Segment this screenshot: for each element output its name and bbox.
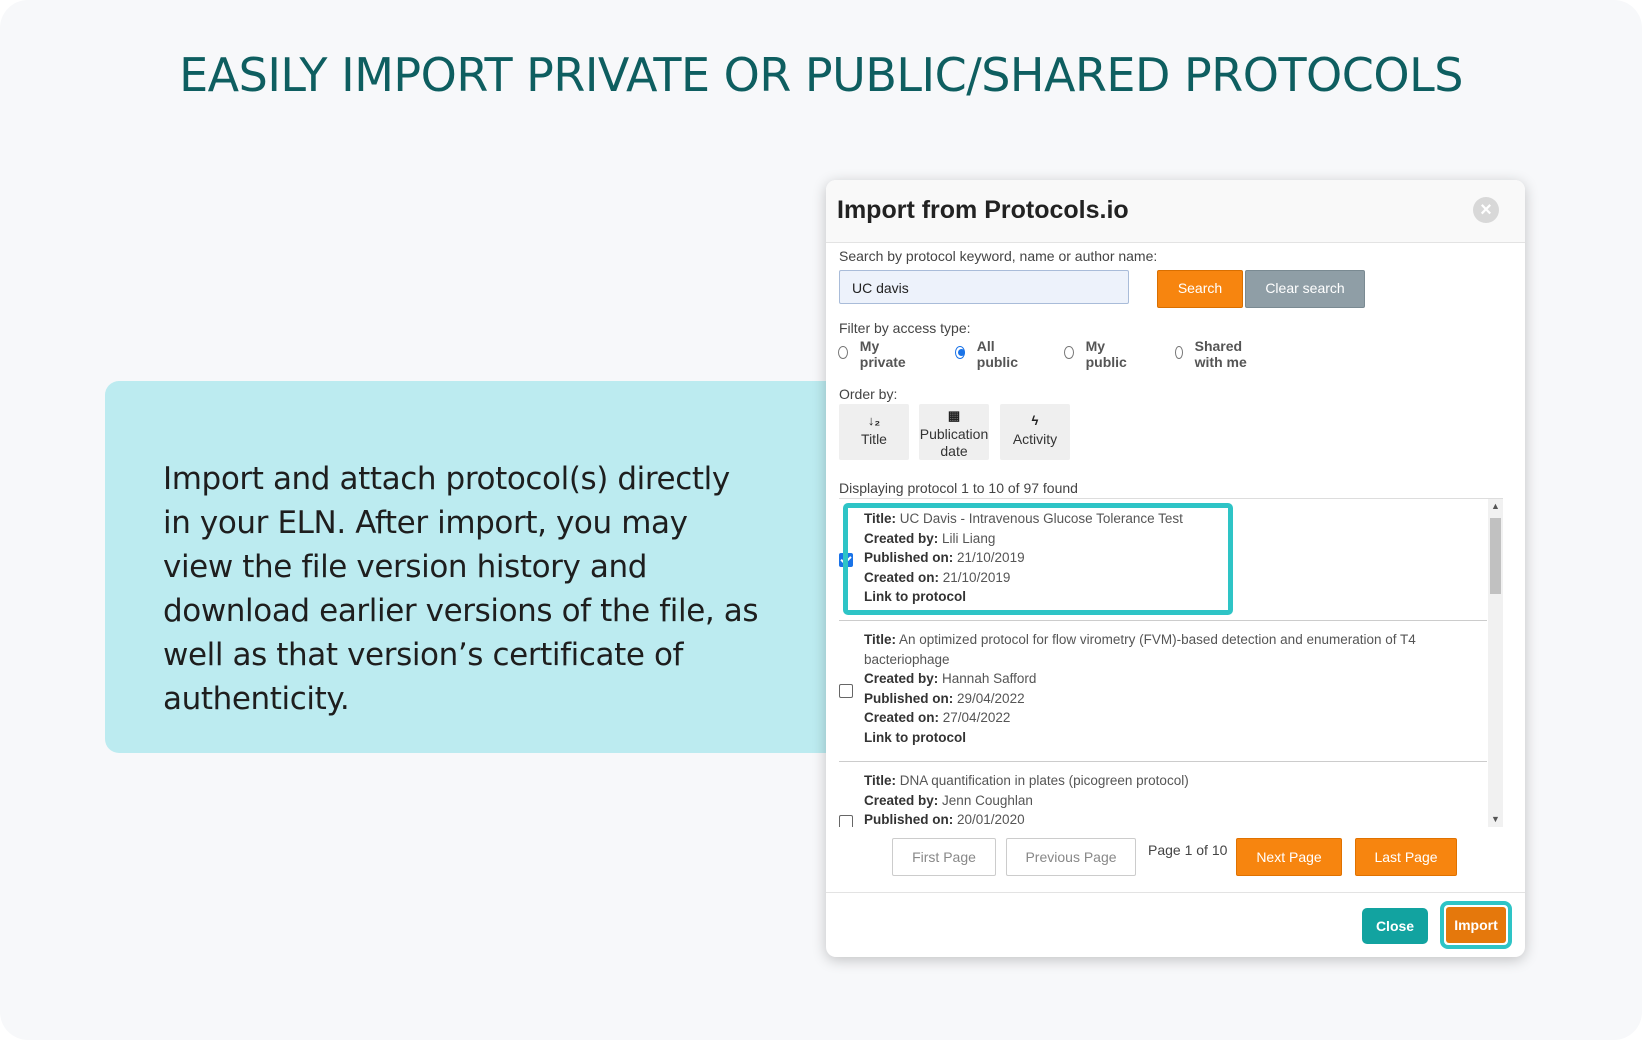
- import-dialog: Import from Protocols.io × Search by pro…: [826, 180, 1525, 957]
- radio-icon: [1175, 345, 1183, 359]
- order-publication-date-button[interactable]: ▦ Publication date: [919, 404, 989, 460]
- info-card: Import and attach protocol(s) directly i…: [105, 381, 865, 753]
- radio-label: Shared with me: [1194, 338, 1247, 370]
- radio-my-private[interactable]: My private: [838, 338, 909, 370]
- next-page-button[interactable]: Next Page: [1236, 838, 1342, 876]
- list-item: Title: DNA quantification in plates (pic…: [839, 761, 1487, 827]
- order-option-label: Activity: [1012, 431, 1058, 447]
- results-summary: Displaying protocol 1 to 10 of 97 found: [839, 480, 1078, 496]
- link-to-protocol[interactable]: Link to protocol: [864, 730, 966, 745]
- page-headline: EASILY IMPORT PRIVATE OR PUBLIC/SHARED P…: [179, 48, 1463, 102]
- bolt-icon: ϟ: [1031, 413, 1039, 428]
- radio-icon: [1064, 345, 1074, 359]
- clear-search-button[interactable]: Clear search: [1245, 270, 1365, 308]
- previous-page-button[interactable]: Previous Page: [1006, 838, 1136, 876]
- protocol-title: DNA quantification in plates (picogreen …: [899, 773, 1189, 788]
- selection-highlight: [843, 503, 1233, 615]
- close-button[interactable]: Close: [1362, 908, 1428, 944]
- field-label: Published on:: [864, 690, 954, 706]
- radio-label: All public: [976, 338, 1018, 370]
- info-text: Import and attach protocol(s) directly i…: [163, 461, 759, 717]
- radio-my-public[interactable]: My public: [1064, 338, 1130, 370]
- radio-selected-icon: [955, 345, 965, 359]
- scrollbar-thumb[interactable]: [1490, 518, 1501, 594]
- radio-all-public[interactable]: All public: [955, 338, 1021, 370]
- protocol-author: Hannah Safford: [942, 671, 1037, 686]
- order-option-label: Title: [861, 431, 887, 447]
- page-status: Page 1 of 10: [1148, 842, 1228, 858]
- pagination: First Page Previous Page Page 1 of 10 Ne…: [826, 838, 1525, 878]
- dialog-footer: Close Import: [826, 892, 1525, 957]
- protocol-fields: Title: An optimized protocol for flow vi…: [864, 630, 1464, 747]
- filter-label: Filter by access type:: [839, 320, 971, 336]
- import-button[interactable]: Import: [1446, 907, 1506, 943]
- radio-label: My private: [859, 338, 906, 370]
- close-icon[interactable]: ×: [1473, 197, 1499, 223]
- calendar-icon: ▦: [947, 408, 961, 423]
- search-button[interactable]: Search: [1157, 270, 1243, 308]
- radio-label: My public: [1085, 338, 1127, 370]
- list-item: Title: An optimized protocol for flow vi…: [839, 620, 1487, 762]
- order-label: Order by:: [839, 386, 898, 402]
- page-canvas: EASILY IMPORT PRIVATE OR PUBLIC/SHARED P…: [0, 0, 1642, 1040]
- field-label: Published on:: [864, 812, 954, 827]
- protocol-created: 27/04/2022: [942, 710, 1011, 725]
- scroll-up-icon[interactable]: ▲: [1488, 499, 1503, 514]
- field-label: Created on:: [864, 710, 940, 725]
- scrollbar[interactable]: ▲ ▼: [1488, 499, 1503, 827]
- last-page-button[interactable]: Last Page: [1355, 838, 1457, 876]
- protocol-published: 20/01/2020: [957, 812, 1025, 827]
- order-title-button[interactable]: ↓₂ Title: [839, 404, 909, 460]
- search-input[interactable]: UC davis: [839, 270, 1129, 304]
- scroll-down-icon[interactable]: ▼: [1488, 812, 1503, 827]
- order-activity-button[interactable]: ϟ Activity: [1000, 404, 1070, 460]
- field-label: Created by:: [864, 792, 939, 808]
- dialog-title: Import from Protocols.io: [837, 196, 1129, 224]
- checkbox[interactable]: [839, 815, 853, 827]
- radio-icon: [838, 345, 848, 359]
- dialog-header: Import from Protocols.io ×: [826, 180, 1525, 243]
- field-label: Created by:: [864, 671, 939, 686]
- list-item: Title: UC Davis - Intravenous Glucose To…: [839, 499, 1487, 621]
- sort-icon: ↓₂: [867, 413, 881, 428]
- order-option-label: Publication date: [919, 426, 989, 459]
- radio-shared-with-me[interactable]: Shared with me: [1175, 338, 1247, 370]
- field-label: Title:: [864, 632, 897, 647]
- protocol-published: 29/04/2022: [957, 690, 1025, 706]
- protocol-fields: Title: DNA quantification in plates (pic…: [864, 771, 1464, 827]
- checkbox[interactable]: [839, 684, 853, 698]
- protocol-title: An optimized protocol for flow virometry…: [864, 632, 1416, 667]
- field-label: Title:: [864, 773, 897, 788]
- first-page-button[interactable]: First Page: [892, 838, 996, 876]
- search-label: Search by protocol keyword, name or auth…: [839, 248, 1158, 264]
- protocol-list[interactable]: Title: UC Davis - Intravenous Glucose To…: [839, 498, 1503, 827]
- protocol-author: Jenn Coughlan: [942, 792, 1033, 808]
